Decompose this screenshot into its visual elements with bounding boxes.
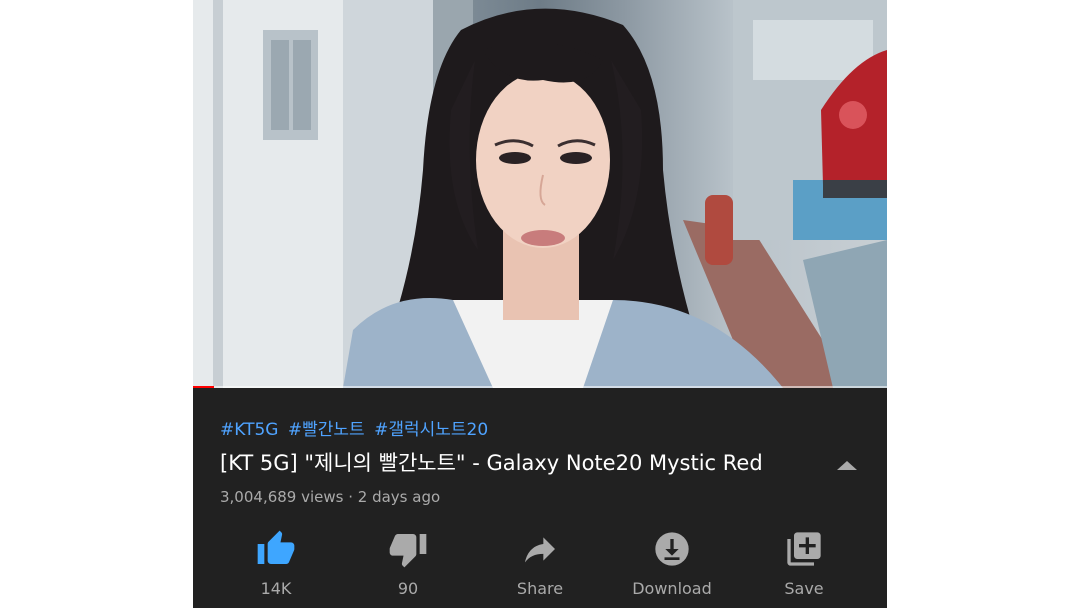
video-screen: #KT5G #빨간노트 #갤럭시노트20 [KT 5G] "제니의 빨간노트" … <box>193 0 887 608</box>
share-label: Share <box>516 579 564 598</box>
video-frame-image <box>193 0 887 388</box>
playlist-add-icon <box>787 532 821 566</box>
save-label: Save <box>784 579 824 598</box>
dislike-count: 90 <box>397 579 419 598</box>
save-button[interactable]: Save <box>744 527 864 607</box>
dislike-button[interactable]: 90 <box>348 527 468 607</box>
share-arrow-icon <box>525 537 555 563</box>
video-title[interactable]: [KT 5G] "제니의 빨간노트" - Galaxy Note20 Mysti… <box>220 447 810 477</box>
collapse-description-button[interactable] <box>833 452 861 476</box>
download-button[interactable]: Download <box>612 527 732 607</box>
chevron-up-icon <box>837 461 857 470</box>
download-icon <box>655 532 689 566</box>
share-button[interactable]: Share <box>480 527 600 607</box>
hashtag-link[interactable]: #KT5G <box>220 420 278 440</box>
video-progress-bar[interactable] <box>193 386 887 388</box>
hashtag-link[interactable]: #갤럭시노트20 <box>374 420 488 440</box>
thumbs-up-icon <box>257 530 295 564</box>
video-player[interactable] <box>193 0 887 388</box>
hashtag-row: #KT5G #빨간노트 #갤럭시노트20 <box>220 415 492 440</box>
like-count: 14K <box>260 579 292 598</box>
download-label: Download <box>632 579 712 598</box>
thumbs-down-icon <box>389 534 427 568</box>
action-bar: 14K 90 Share Download Save <box>216 527 864 607</box>
video-progress-played <box>193 386 214 388</box>
video-view-count: 3,004,689 views · 2 days ago <box>220 488 441 506</box>
hashtag-link[interactable]: #빨간노트 <box>288 420 365 440</box>
video-info-panel: #KT5G #빨간노트 #갤럭시노트20 [KT 5G] "제니의 빨간노트" … <box>193 389 887 608</box>
like-button[interactable]: 14K <box>216 527 336 607</box>
